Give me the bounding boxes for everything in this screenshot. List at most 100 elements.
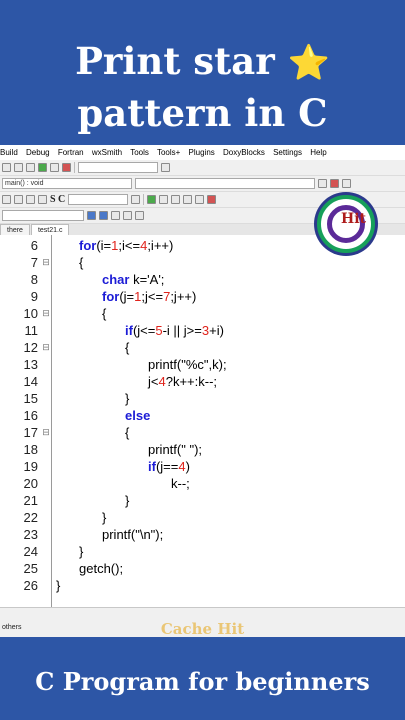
step-into-icon[interactable] [171,195,181,204]
stop-icon[interactable] [62,163,71,172]
code-line[interactable]: 16 else [0,407,405,424]
replace-icon[interactable] [26,163,35,172]
watermark: Cache Hit [160,620,245,637]
settings-icon[interactable] [50,163,59,172]
fold-marker[interactable]: ⊟ [40,254,52,271]
line-number: 22 [23,510,38,525]
code-text: char k='A'; [102,272,165,287]
format-icon[interactable] [135,211,144,220]
code-line[interactable]: 26} [0,577,405,594]
code-line[interactable]: 7 ⊟ { [0,254,405,271]
nav-forward-icon[interactable] [342,179,351,188]
code-text: getch(); [79,561,124,576]
debug-stop-icon[interactable] [207,195,217,204]
code-text: printf("\n"); [102,527,164,542]
scope-select[interactable]: main() : void [2,178,132,189]
menu-tools[interactable]: Tools [130,148,149,157]
toggle-icon[interactable] [38,195,47,204]
line-number: 7 [30,255,38,270]
code-line[interactable]: 21} [0,492,405,509]
sc-label: S C [50,194,66,205]
nav-back-icon[interactable] [318,179,327,188]
search-icon[interactable] [14,163,23,172]
search-field[interactable] [68,194,129,205]
line-number: 24 [23,544,38,559]
filter-field[interactable] [2,210,84,221]
code-line[interactable]: 22} [0,509,405,526]
code-line[interactable]: 17 ⊟ { [0,424,405,441]
record-icon[interactable] [330,179,339,188]
code-line[interactable]: 8 char k='A'; [0,271,405,288]
footer-banner: C Program for beginners [0,637,405,720]
code-editor[interactable]: 6 for(i=1;i<=4;i++) 7 ⊟{8 char k='A'; 9 for(j=… [0,235,405,607]
code-text: { [102,306,107,321]
step-over-icon[interactable] [159,195,169,204]
open-icon[interactable] [2,163,11,172]
fold-marker[interactable]: ⊟ [40,424,52,441]
line-number: 13 [23,357,38,372]
code-text: { [125,425,130,440]
code-line[interactable]: 15} [0,390,405,407]
target-options-icon[interactable] [161,163,170,172]
code-text: for(j=1;j<=7;j++) [102,289,197,304]
code-line[interactable]: 12 ⊟ { [0,339,405,356]
fold-marker[interactable]: ⊟ [40,305,52,322]
code-text: } [102,510,107,525]
target-select[interactable] [78,162,158,173]
bookmark-prev-icon[interactable] [14,195,23,204]
menu-plugins[interactable]: Plugins [189,148,215,157]
menu-settings[interactable]: Settings [273,148,302,157]
line-number: 6 [30,238,38,253]
menu-help[interactable]: Help [310,148,326,157]
code-text: } [125,391,130,406]
status-bar: Cache Hit others [0,607,405,637]
code-text: { [79,255,84,270]
code-line[interactable]: 10 ⊟ { [0,305,405,322]
title-text-1: Print star [75,39,275,83]
tab-test21[interactable]: test21.c [30,224,70,235]
code-line[interactable]: 25 getch(); [0,560,405,577]
code-line[interactable]: 20 k--; [0,475,405,492]
code-text: printf("%c",k); [148,357,227,372]
menu-build[interactable]: Build [0,148,18,157]
code-line[interactable]: 14 j<4?k++:k--; [0,373,405,390]
menu-tools-plus[interactable]: Tools+ [157,148,180,157]
bookmark-next-icon[interactable] [26,195,35,204]
logo-text: Hit [341,211,367,227]
highlight-icon[interactable] [111,211,120,220]
menu-debug[interactable]: Debug [26,148,50,157]
menu-wxsmith[interactable]: wxSmith [92,148,122,157]
menu-doxyblocks[interactable]: DoxyBlocks [223,148,265,157]
code-line[interactable]: 18 printf(" "); [0,441,405,458]
menu-fortran[interactable]: Fortran [58,148,84,157]
code-line[interactable]: 13 printf("%c",k); [0,356,405,373]
pause-icon[interactable] [195,195,205,204]
code-text: else [125,408,151,423]
code-text: j<4?k++:k--; [148,374,218,389]
tab-there[interactable]: there [0,224,30,235]
code-line[interactable]: 19 if(j==4) [0,458,405,475]
step-out-icon[interactable] [183,195,193,204]
code-line[interactable]: 23 printf("\n"); [0,526,405,543]
code-line[interactable]: 24} [0,543,405,560]
arrow-left-icon[interactable] [87,211,96,220]
debug-run-icon[interactable] [147,195,157,204]
status-tab-others[interactable]: others [2,624,21,631]
line-number: 10 [23,306,38,321]
line-number: 17 [23,425,38,440]
abc-icon[interactable] [123,211,132,220]
run-icon[interactable] [38,163,47,172]
title-banner: Print star ⭐ pattern in C [0,0,405,145]
code-line[interactable]: 11 if(j<=5-i || j>=3+i) [0,322,405,339]
fold-marker[interactable]: ⊟ [40,339,52,356]
symbol-select[interactable] [135,178,315,189]
dropdown-icon[interactable] [131,195,141,204]
title-line-1: Print star ⭐ [0,38,405,86]
line-number: 8 [30,272,38,287]
code-text: } [125,493,130,508]
code-line[interactable]: 9 for(j=1;j<=7;j++) [0,288,405,305]
line-number: 19 [23,459,38,474]
bookmark-icon[interactable] [2,195,11,204]
code-text: } [56,578,61,593]
arrow-right-icon[interactable] [99,211,108,220]
